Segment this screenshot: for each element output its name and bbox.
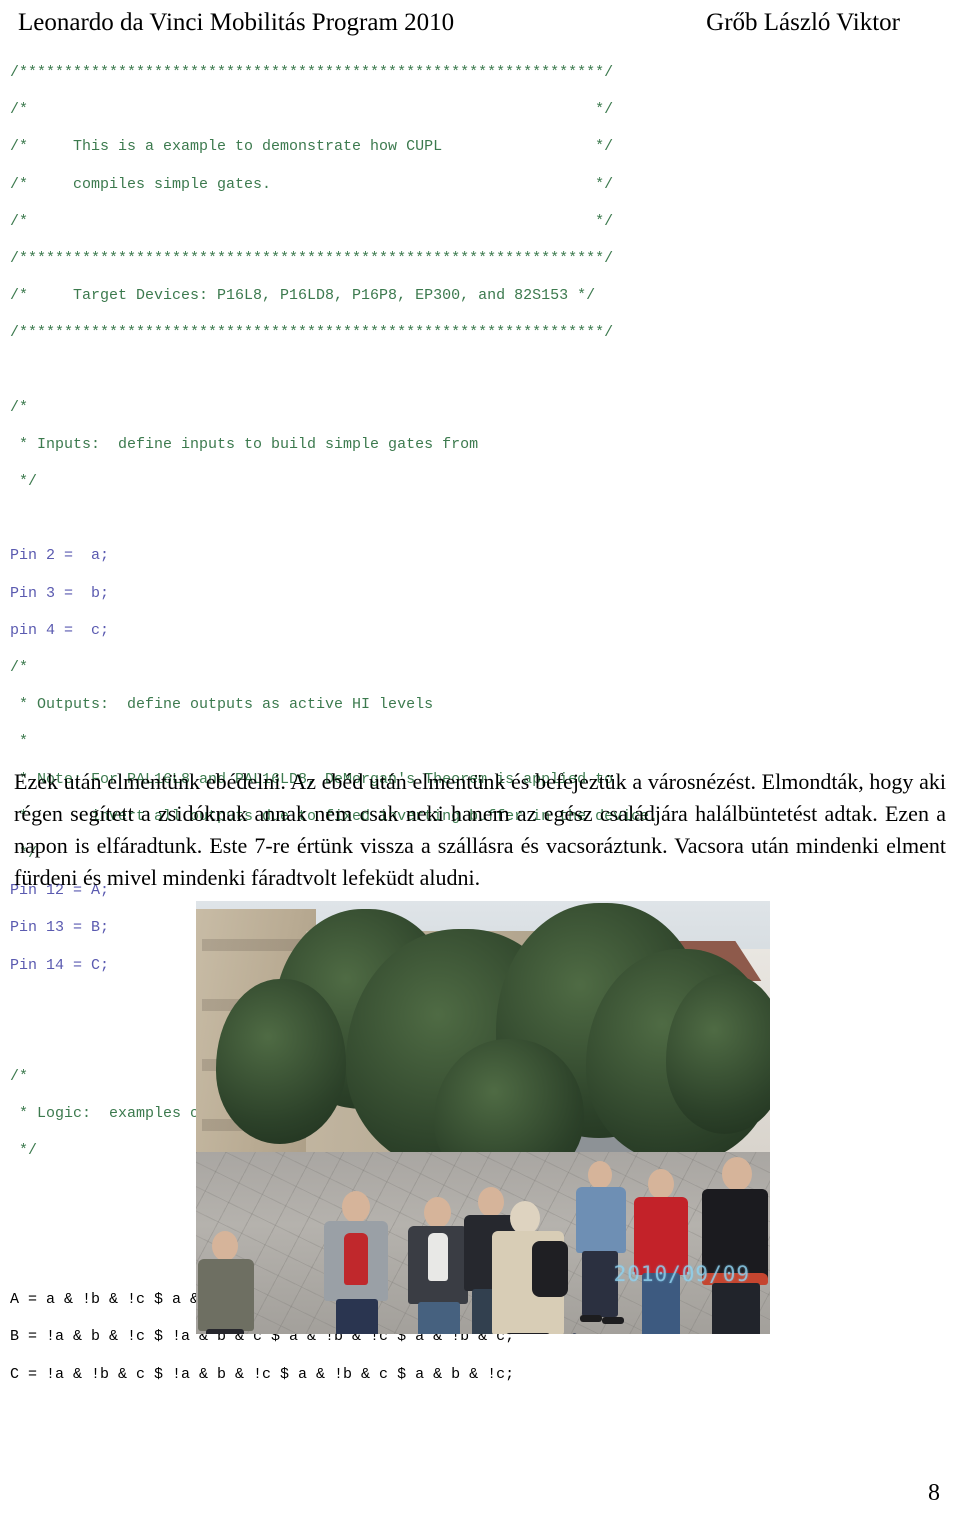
- code-line-comment: /* Target Devices: P16L8, P16LD8, P16P8,…: [10, 287, 596, 305]
- photo-scene: 2010/09/09: [196, 901, 770, 1334]
- document-header: Leonardo da Vinci Mobilitás Program 2010…: [18, 8, 942, 42]
- photo-date-stamp: 2010/09/09: [613, 1262, 750, 1286]
- code-line-comment: /*: [10, 659, 29, 676]
- code-line-comment: */: [10, 473, 38, 491]
- author-name: Grőb László Viktor: [706, 9, 900, 36]
- code-line-comment: /* compiles simple gates. */: [10, 175, 614, 193]
- code-line-comment: /* */: [10, 101, 614, 119]
- photograph: 2010/09/09: [196, 901, 770, 1334]
- code-line-comment: /*: [10, 398, 29, 416]
- code-line-pin: Pin 2 = a;: [10, 547, 110, 565]
- code-line-comment: *: [10, 733, 29, 751]
- code-line-pin: Pin 3 = b;: [10, 584, 110, 602]
- code-line-comment: /***************************************…: [10, 64, 614, 81]
- code-line-comment: * Outputs: define outputs as active HI l…: [10, 696, 434, 714]
- code-line-logic: C = !a & !b & c $ !a & b & !c $ a & !b &…: [10, 1365, 515, 1383]
- code-line-pin: pin 4 = c;: [10, 621, 110, 639]
- body-paragraph: Ezek után elmentünk ebédelni. Az ebéd ut…: [14, 769, 946, 890]
- code-line-comment: * Inputs: define inputs to build simple …: [10, 435, 479, 453]
- page-number: 8: [928, 1480, 940, 1506]
- code-line-comment: /* */: [10, 212, 614, 230]
- code-line-comment: /***************************************…: [10, 324, 614, 342]
- code-line-comment: /* This is a example to demonstrate how …: [10, 138, 614, 156]
- code-line-comment: /***************************************…: [10, 249, 614, 267]
- program-title: Leonardo da Vinci Mobilitás Program 2010: [18, 9, 455, 36]
